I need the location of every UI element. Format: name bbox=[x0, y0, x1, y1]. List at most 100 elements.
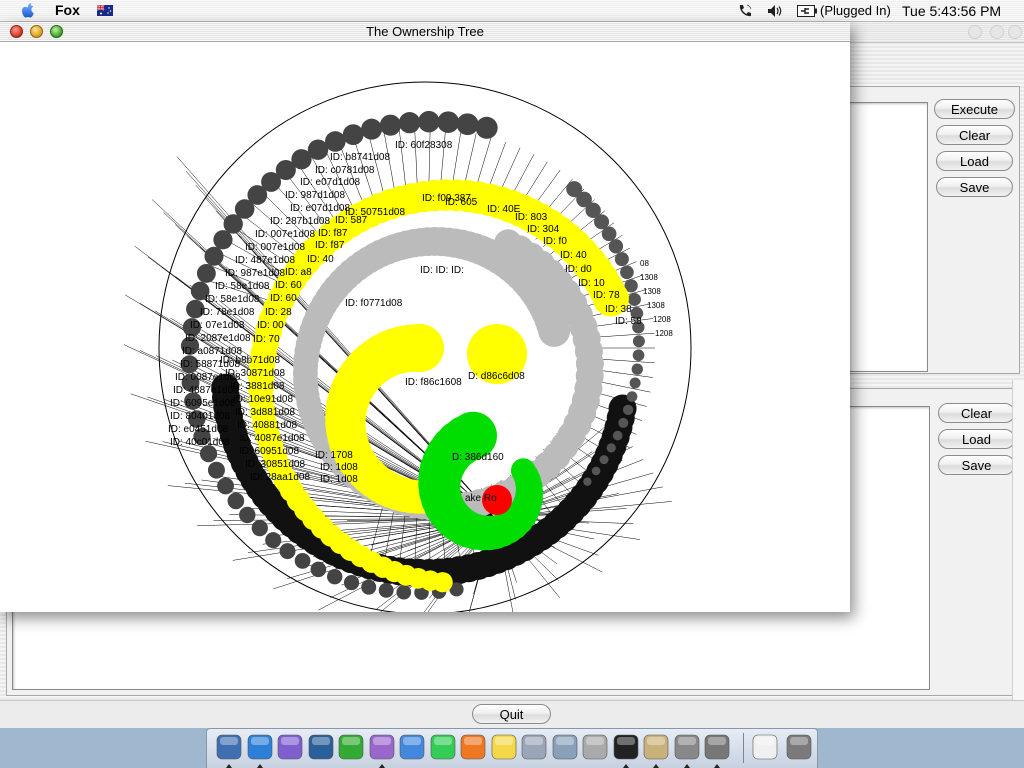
dock bbox=[206, 728, 818, 768]
australian-flag-icon[interactable] bbox=[97, 5, 113, 16]
msn-butterfly-icon[interactable] bbox=[429, 733, 457, 761]
node-label: ID: a8 bbox=[285, 267, 312, 278]
script-editor-icon[interactable] bbox=[642, 733, 670, 768]
tree-node-dark bbox=[612, 430, 623, 441]
dock-divider bbox=[743, 733, 744, 763]
tree-node-dark bbox=[227, 492, 245, 510]
node-label: ID: 1708 bbox=[315, 450, 353, 461]
command-text-area[interactable] bbox=[848, 102, 928, 372]
tree-node-dark bbox=[361, 579, 377, 595]
node-label: ID: f87 bbox=[318, 228, 348, 239]
load-output-button[interactable]: Load bbox=[938, 429, 1015, 449]
menubar-clock[interactable]: Tue 5:43:56 PM bbox=[902, 3, 1001, 19]
node-label: ID: 10e91d08 bbox=[233, 394, 293, 405]
node-label: ID: 987e1d08 bbox=[225, 268, 285, 279]
internet-explorer-icon-glyph bbox=[247, 734, 272, 760]
netscape-icon[interactable] bbox=[307, 733, 335, 761]
main-window-titlebar[interactable] bbox=[850, 22, 1024, 43]
node-label: ID: 40881d08 bbox=[237, 420, 297, 431]
running-indicator-icon bbox=[226, 764, 232, 768]
quit-button[interactable]: Quit bbox=[472, 704, 551, 724]
finder-icon[interactable] bbox=[215, 733, 243, 768]
window-ghost-button bbox=[1008, 25, 1022, 39]
execute-button[interactable]: Execute bbox=[934, 99, 1015, 119]
terminal-icon-glyph bbox=[613, 734, 638, 760]
node-label: ID: e0451d08 bbox=[168, 424, 228, 435]
node-label: ID: 007e1d08 bbox=[245, 242, 305, 253]
itunes-icon[interactable] bbox=[368, 733, 396, 768]
node-label: ID: c0781d08 bbox=[315, 165, 375, 176]
textedit-icon[interactable] bbox=[520, 733, 548, 761]
node-label: ID: 40 bbox=[307, 254, 334, 265]
node-label: ID: 1d08 bbox=[320, 474, 358, 485]
script-editor-icon-glyph bbox=[643, 734, 669, 760]
node-label: ID: 605 bbox=[445, 197, 478, 208]
node-label: ID: 40c01d08 bbox=[170, 437, 230, 448]
tree-node-dark bbox=[632, 349, 645, 362]
stickies-icon-glyph bbox=[491, 734, 516, 760]
battery-icon[interactable] bbox=[797, 5, 817, 17]
documents-folder-icon-glyph bbox=[752, 734, 778, 760]
node-label: ID: 3881d08 bbox=[230, 381, 285, 392]
tree-node-dark bbox=[294, 553, 311, 569]
menu-bar: Fox (Plugged In) Tue 5:43:56 PM bbox=[0, 0, 1024, 22]
stickies-icon[interactable] bbox=[490, 733, 518, 761]
running-indicator-icon bbox=[714, 764, 720, 768]
finder-icon-glyph bbox=[216, 734, 242, 760]
window-resize-strip[interactable] bbox=[1012, 380, 1024, 700]
node-label: ID: 803 bbox=[515, 212, 548, 223]
app-name-menu[interactable]: Fox bbox=[55, 2, 80, 18]
mail-icon[interactable] bbox=[276, 733, 304, 761]
node-label: 1208 bbox=[655, 329, 673, 338]
node-label: ID: e07d1d08 bbox=[290, 203, 350, 214]
icq-flower-icon[interactable] bbox=[337, 733, 365, 761]
save-output-button[interactable]: Save bbox=[938, 455, 1015, 475]
running-indicator-icon bbox=[622, 764, 629, 768]
window-ghost-button bbox=[990, 25, 1004, 39]
node-label: ID: f0771d08 bbox=[345, 298, 403, 309]
pages-icon[interactable] bbox=[459, 733, 487, 761]
node-label: D: 386d160 bbox=[452, 452, 504, 463]
load-command-button[interactable]: Load bbox=[936, 151, 1013, 171]
phone-icon[interactable] bbox=[737, 3, 753, 19]
node-label: ID: 987d1d08 bbox=[285, 190, 345, 201]
apple-menu-icon[interactable] bbox=[20, 2, 36, 19]
tree-node-dark bbox=[620, 265, 634, 280]
ownership-tree-graph[interactable]: ake Ro D: 386d160 ID: f86c1608 D: d86c6d08 I… bbox=[0, 42, 850, 612]
utility-icon[interactable] bbox=[673, 733, 701, 768]
node-label: ID: 3d881d08 bbox=[235, 407, 295, 418]
terminal-icon[interactable] bbox=[612, 733, 640, 768]
node-label: 1308 bbox=[640, 273, 658, 282]
running-indicator-icon bbox=[256, 764, 263, 768]
tree-node-dark bbox=[418, 110, 440, 133]
node-label: ID: 58e1d08 bbox=[215, 281, 270, 292]
tree-node-dark bbox=[608, 239, 624, 254]
msn-messenger-icon[interactable] bbox=[398, 733, 426, 761]
tree-node-dark bbox=[196, 263, 216, 283]
ownership-tree-window: The Ownership Tree ake Ro D: 386d160 ID: f… bbox=[0, 22, 850, 612]
clear-command-button[interactable]: Clear bbox=[936, 125, 1013, 145]
battery-status-text[interactable]: (Plugged In) bbox=[820, 3, 891, 18]
node-label: ID: 30851d08 bbox=[245, 459, 305, 470]
tree-window-titlebar[interactable]: The Ownership Tree bbox=[0, 22, 850, 42]
system-preferences-icon[interactable] bbox=[551, 733, 579, 761]
ownership-tree-canvas[interactable]: ake Ro D: 386d160 ID: f86c1608 D: d86c6d08 I… bbox=[0, 42, 850, 612]
tree-node-dark bbox=[223, 214, 243, 234]
quit-bar: Quit bbox=[0, 700, 1024, 729]
node-label: 1308 bbox=[647, 301, 665, 310]
trash-icon[interactable] bbox=[785, 733, 813, 761]
mail-icon-glyph bbox=[277, 734, 303, 760]
x11-icon[interactable] bbox=[581, 733, 609, 761]
save-command-button[interactable]: Save bbox=[936, 177, 1013, 197]
node-label: ID: 30871d08 bbox=[225, 368, 285, 379]
speaker-icon[interactable] bbox=[766, 3, 784, 19]
tree-node-dark bbox=[631, 363, 643, 375]
documents-folder-icon[interactable] bbox=[751, 733, 779, 761]
clear-output-button[interactable]: Clear bbox=[938, 403, 1015, 423]
running-indicator-icon bbox=[683, 764, 690, 768]
tree-node-dark bbox=[632, 335, 645, 348]
tools-icon[interactable] bbox=[703, 733, 731, 768]
node-label: ID: 287b1d08 bbox=[270, 216, 330, 227]
tree-node-green bbox=[510, 458, 536, 484]
internet-explorer-icon[interactable] bbox=[246, 733, 274, 768]
